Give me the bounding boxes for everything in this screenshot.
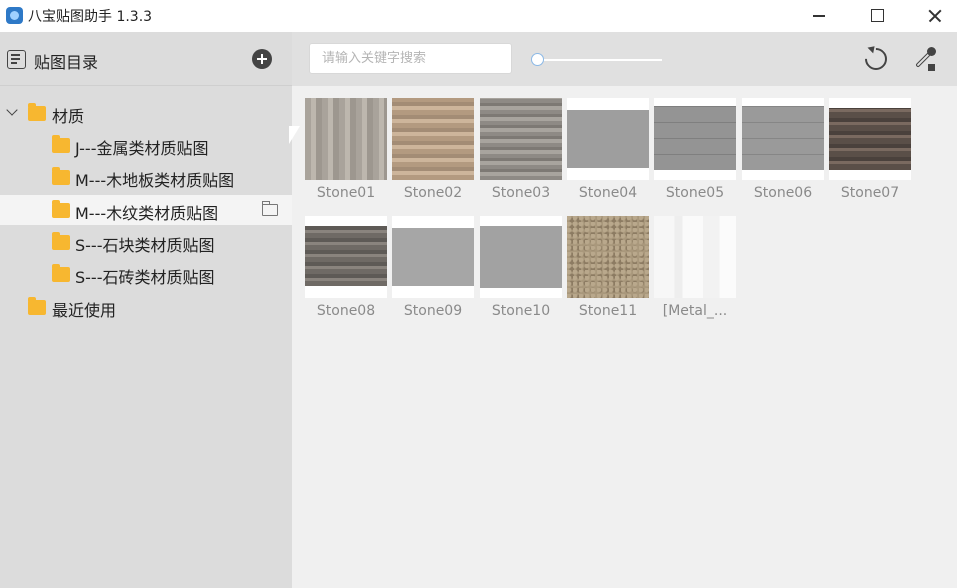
refresh-icon[interactable]	[860, 43, 892, 75]
texture-tile[interactable]: Stone09	[392, 216, 474, 326]
texture-tile[interactable]: Stone11	[567, 216, 649, 326]
tree-item-wood-grain[interactable]: M---木纹类材质贴图	[0, 195, 292, 225]
texture-thumbnail[interactable]	[654, 216, 736, 298]
texture-label: Stone02	[403, 185, 463, 201]
texture-tile[interactable]: Stone03	[480, 98, 562, 208]
folder-icon	[52, 232, 70, 250]
tree-item-stone-block[interactable]: S---石块类材质贴图	[0, 227, 292, 257]
texture-thumbnail[interactable]	[480, 216, 562, 298]
slider-handle[interactable]	[531, 53, 544, 66]
open-folder-icon[interactable]	[262, 201, 278, 216]
texture-tile[interactable]: Stone04	[567, 98, 649, 208]
texture-thumbnail[interactable]	[829, 98, 911, 180]
texture-thumbnail[interactable]	[305, 216, 387, 298]
window-title: 八宝贴图助手 1.3.3	[28, 9, 153, 25]
tree-item-metal[interactable]: J---金属类材质贴图	[0, 130, 292, 160]
add-category-button[interactable]	[252, 49, 272, 69]
folder-icon	[52, 200, 70, 218]
tree-item-wood-floor[interactable]: M---木地板类材质贴图	[0, 162, 292, 192]
sidebar: 贴图目录 材质 J---金属类材质贴图 M---木地板类材质贴图 M---木纹类…	[0, 32, 292, 588]
tree-item-label: S---石砖类材质贴图	[75, 268, 215, 287]
texture-thumbnail[interactable]	[567, 216, 649, 298]
catalog-icon	[7, 50, 26, 69]
texture-tile[interactable]: [Metal_...	[654, 216, 736, 326]
texture-tile[interactable]: Stone10	[480, 216, 562, 326]
texture-thumbnail[interactable]	[567, 98, 649, 180]
texture-thumbnail[interactable]	[392, 216, 474, 298]
texture-tile[interactable]: Stone07	[829, 98, 911, 208]
main-toolbar	[292, 32, 957, 86]
texture-thumbnail[interactable]	[742, 98, 824, 180]
texture-label: Stone03	[491, 185, 551, 201]
tree-item-label: M---木地板类材质贴图	[75, 171, 235, 190]
texture-label: Stone05	[665, 185, 725, 201]
texture-thumbnail[interactable]	[654, 98, 736, 180]
eyedropper-icon[interactable]	[910, 46, 938, 74]
texture-label: [Metal_...	[662, 303, 728, 319]
texture-label: Stone07	[840, 185, 900, 201]
title-bar: 八宝贴图助手 1.3.3	[0, 0, 957, 32]
folder-icon	[52, 167, 70, 185]
tree-item-recent[interactable]: 最近使用	[0, 292, 292, 322]
texture-tile[interactable]: Stone05	[654, 98, 736, 208]
tree-item-label: 材质	[52, 107, 85, 126]
folder-icon	[52, 264, 70, 282]
folder-icon	[52, 135, 70, 153]
texture-label: Stone01	[316, 185, 376, 201]
mouse-cursor-icon	[289, 126, 301, 148]
texture-label: Stone11	[578, 303, 638, 319]
sidebar-title: 贴图目录	[34, 53, 99, 72]
folder-icon	[28, 297, 46, 315]
tree-item-label: M---木纹类材质贴图	[75, 204, 219, 223]
texture-tile[interactable]: Stone02	[392, 98, 474, 208]
tree-item-materials[interactable]: 材质	[0, 98, 292, 128]
chevron-down-icon[interactable]	[6, 104, 18, 116]
minimize-button[interactable]	[797, 0, 841, 32]
close-button[interactable]	[913, 0, 957, 32]
texture-label: Stone04	[578, 185, 638, 201]
texture-label: Stone10	[491, 303, 551, 319]
tree-item-label: J---金属类材质贴图	[75, 139, 209, 158]
app-logo-icon	[6, 7, 23, 24]
tree-item-label: 最近使用	[52, 301, 117, 320]
texture-tile[interactable]: Stone08	[305, 216, 387, 326]
texture-thumbnail[interactable]	[305, 98, 387, 180]
texture-tile[interactable]: Stone01	[305, 98, 387, 208]
maximize-button[interactable]	[855, 0, 899, 32]
texture-thumbnail[interactable]	[480, 98, 562, 180]
folder-icon	[28, 103, 46, 121]
tree-item-stone-brick[interactable]: S---石砖类材质贴图	[0, 259, 292, 289]
texture-label: Stone06	[753, 185, 813, 201]
texture-label: Stone08	[316, 303, 376, 319]
texture-grid: Stone01 Stone02 Stone03 Stone04 Stone05 …	[292, 86, 957, 588]
search-input[interactable]	[309, 43, 512, 74]
tree-item-label: S---石块类材质贴图	[75, 236, 215, 255]
texture-tile[interactable]: Stone06	[742, 98, 824, 208]
sidebar-header: 贴图目录	[0, 32, 292, 86]
thumbnail-size-slider[interactable]	[537, 59, 662, 61]
texture-label: Stone09	[403, 303, 463, 319]
texture-thumbnail[interactable]	[392, 98, 474, 180]
